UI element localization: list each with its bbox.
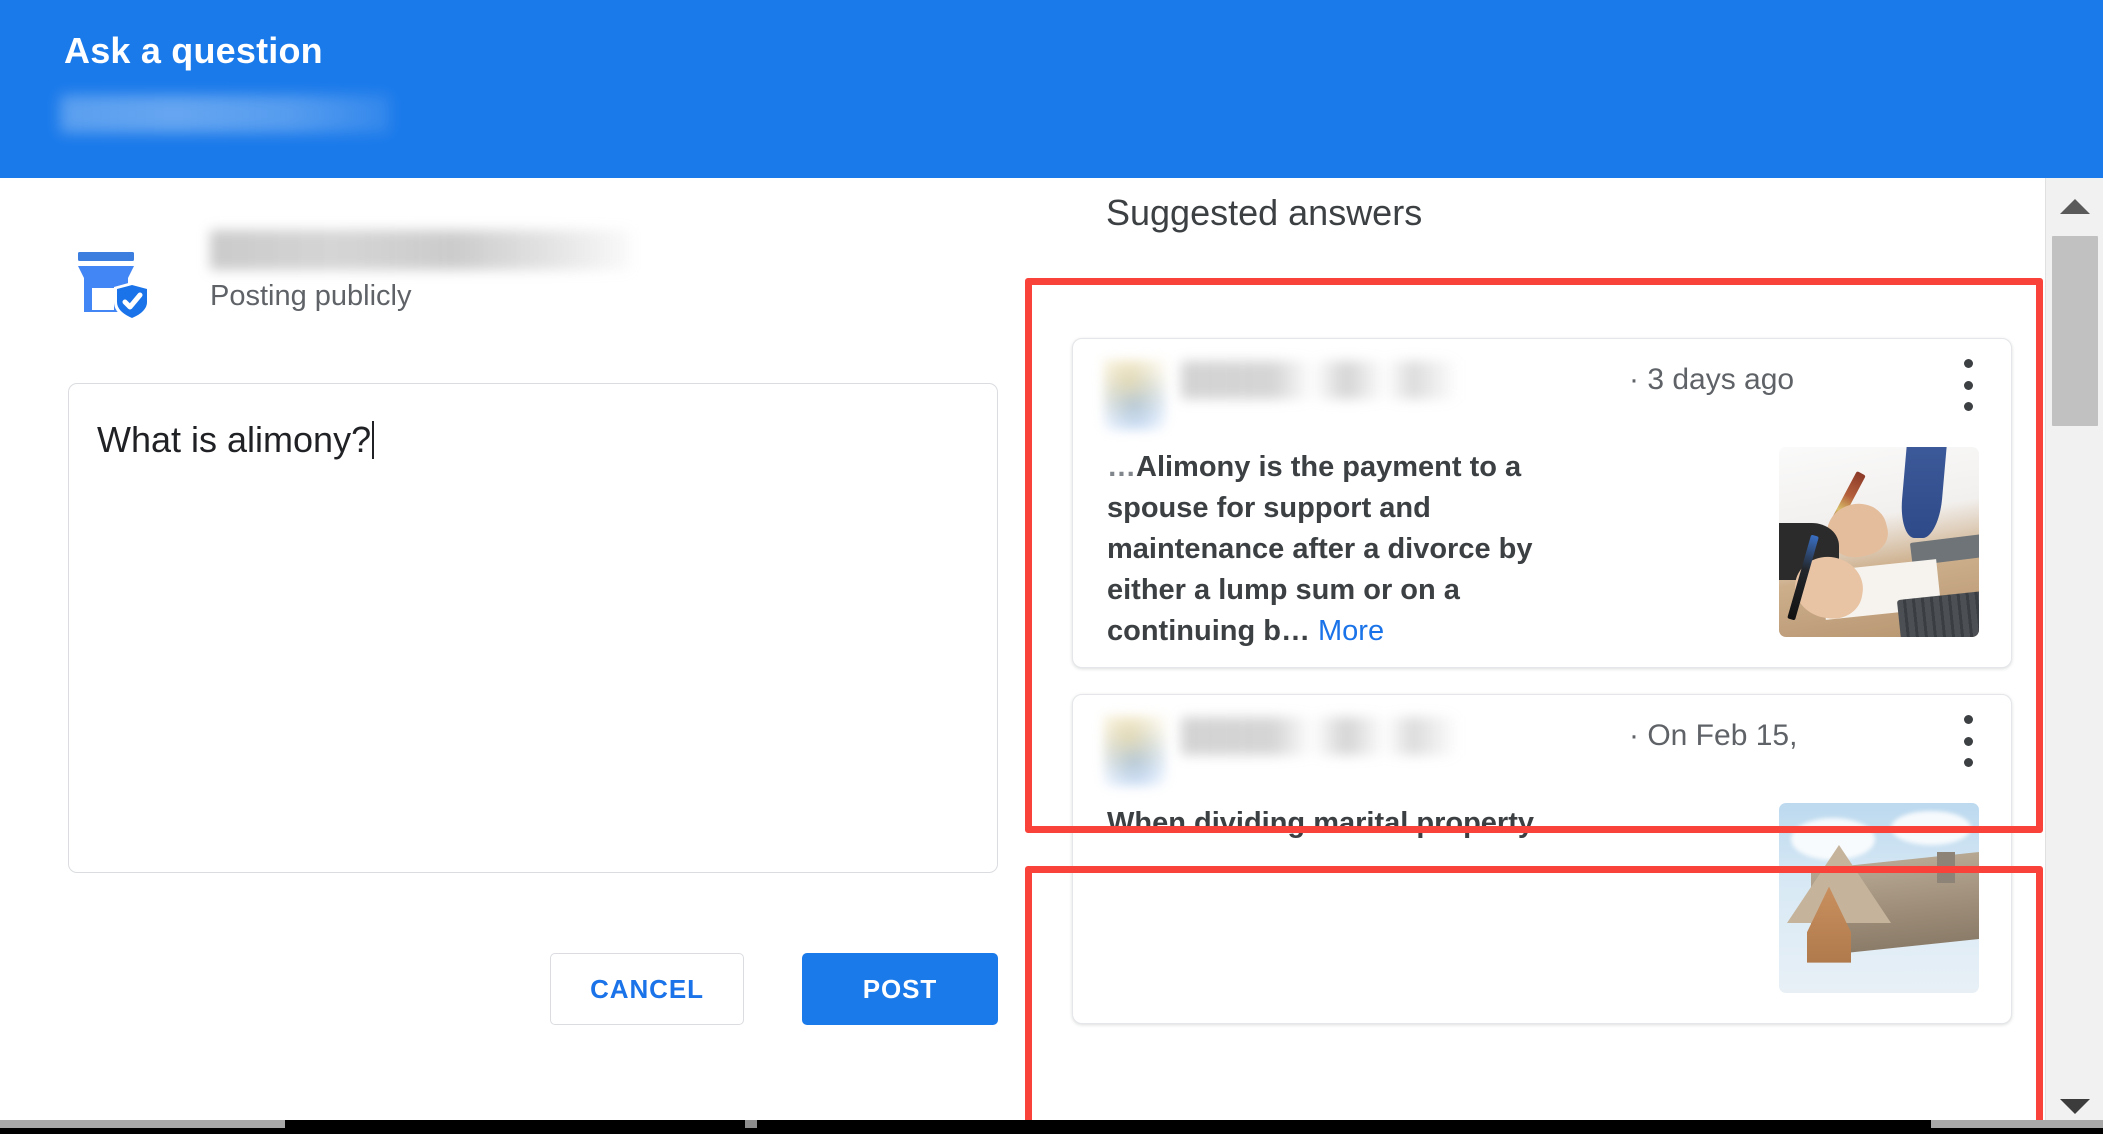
avatar <box>1103 359 1167 431</box>
post-button[interactable]: POST <box>802 953 998 1025</box>
author-text-block: Posting publicly <box>210 230 630 312</box>
answer-author-redacted <box>1181 361 1511 399</box>
more-vert-icon[interactable] <box>1963 359 1973 411</box>
more-link[interactable]: More <box>1318 615 1384 647</box>
dialog-header: Ask a question <box>0 0 2103 178</box>
house-exterior-photo <box>1779 803 1979 993</box>
people-signing-documents-photo <box>1779 447 1979 637</box>
scrollbar[interactable] <box>2045 178 2103 1134</box>
answer-card-header: · On Feb 15, <box>1073 695 2011 799</box>
answer-lead-ellipsis: … <box>1107 451 1136 483</box>
window-bottom-edge <box>0 1120 2103 1134</box>
visibility-label: Posting publicly <box>210 280 412 312</box>
suggested-answers-pane: Suggested answers · 3 days ago …Alimony … <box>1020 178 2045 1134</box>
ask-a-question-dialog: Ask a question Posting publicly What is … <box>0 0 2103 1134</box>
author-name-redacted <box>210 230 630 270</box>
answer-body-text: When dividing marital property <box>1107 807 1534 839</box>
answer-snippet: …Alimony is the payment to a spouse for … <box>1107 447 1607 652</box>
answer-timestamp: · 3 days ago <box>1629 363 1795 396</box>
scroll-thumb[interactable] <box>2052 236 2098 426</box>
storefront-verified-icon <box>70 240 160 330</box>
answer-card-header: · 3 days ago <box>1073 339 2011 443</box>
answer-timestamp: · On Feb 15, <box>1629 719 1798 752</box>
triangle-up-icon[interactable] <box>2046 178 2103 234</box>
avatar <box>1103 715 1167 787</box>
answer-author-redacted <box>1181 717 1511 755</box>
suggested-answer-card[interactable]: · On Feb 15, When dividing marital prope… <box>1072 694 2012 1024</box>
cancel-button[interactable]: CANCEL <box>550 953 744 1025</box>
dialog-actions: CANCEL POST <box>68 953 998 1033</box>
page-title: Ask a question <box>64 30 323 71</box>
suggested-answer-card[interactable]: · 3 days ago …Alimony is the payment to … <box>1072 338 2012 668</box>
more-vert-icon[interactable] <box>1963 715 1973 767</box>
suggested-answers-title: Suggested answers <box>1106 192 1423 233</box>
header-subtitle-redacted <box>60 95 390 133</box>
text-cursor <box>372 421 375 459</box>
question-input-value: What is alimony? <box>97 419 375 461</box>
compose-pane: Posting publicly What is alimony? CANCEL… <box>0 178 1020 1134</box>
author-row: Posting publicly <box>70 230 770 340</box>
question-input[interactable]: What is alimony? <box>68 383 998 873</box>
question-text: What is alimony? <box>97 419 372 460</box>
answer-snippet: When dividing marital property <box>1107 803 1607 844</box>
